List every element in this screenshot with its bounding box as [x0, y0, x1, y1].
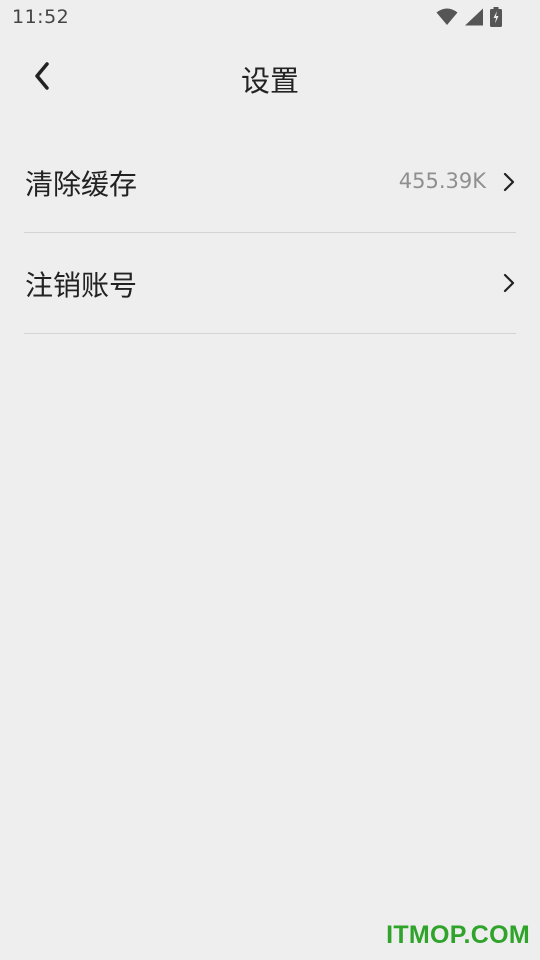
clear-cache-row[interactable]: 清除缓存 455.39K: [24, 132, 516, 233]
status-bar: 11:52: [0, 0, 540, 34]
status-icons: [436, 7, 502, 27]
clear-cache-label: 清除缓存: [25, 168, 138, 201]
chevron-right-icon: [502, 273, 516, 293]
app-bar: 设置: [0, 34, 540, 122]
deactivate-account-row[interactable]: 注销账号: [24, 233, 516, 334]
chevron-right-icon: [502, 172, 516, 192]
battery-charging-icon: [490, 7, 502, 27]
signal-icon: [464, 8, 484, 26]
wifi-icon: [436, 8, 458, 26]
settings-list: 清除缓存 455.39K 注销账号: [24, 132, 516, 334]
watermark-logo: ITMOP.COM: [386, 921, 530, 949]
status-time: 11:52: [12, 6, 70, 28]
page-title: 设置: [240, 64, 299, 98]
cache-size-value: 455.39K: [398, 169, 486, 193]
deactivate-account-label: 注销账号: [25, 269, 138, 302]
